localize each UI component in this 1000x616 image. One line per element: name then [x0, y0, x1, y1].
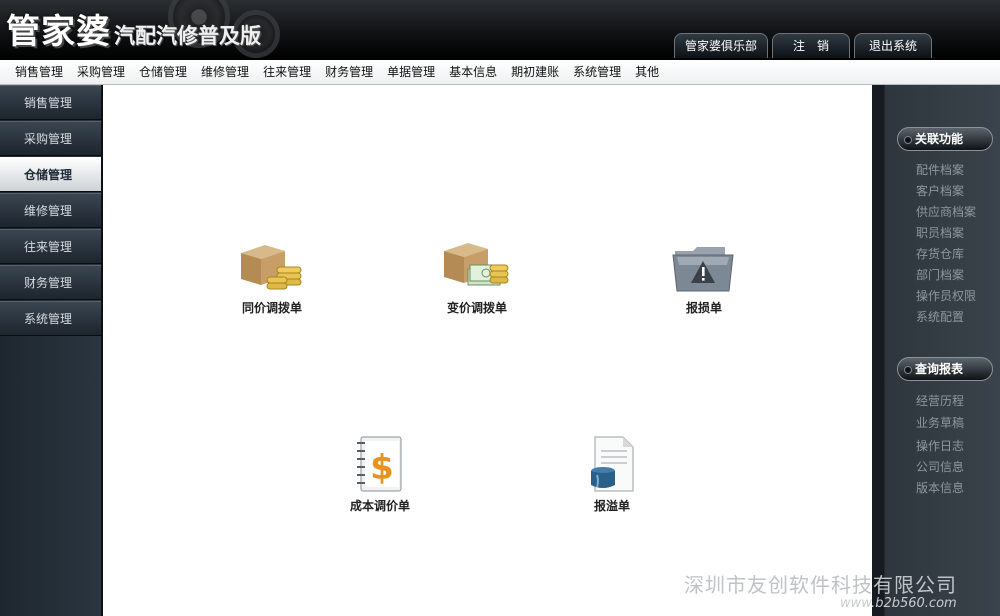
warning-folder-icon — [672, 247, 734, 292]
tile-label: 变价调拨单 — [446, 301, 507, 315]
sidebar-item-storage[interactable]: 仓储管理 — [0, 157, 101, 192]
query-reports-title: 查询报表 — [897, 357, 993, 381]
link-parts-archive[interactable]: 配件档案 — [916, 160, 976, 181]
sidebar-item-sales[interactable]: 销售管理 — [0, 85, 101, 120]
logout-button[interactable]: 注 销 — [772, 33, 850, 58]
app-header: 管家婆 汽配汽修普及版 管家婆俱乐部 注 销 退出系统 — [0, 0, 1000, 60]
tile-label: 报溢单 — [593, 499, 630, 513]
report-links-list: 经营历程 业务草稿 操作日志 公司信息 版本信息 — [916, 391, 964, 499]
logo-edition: 汽配汽修普及版 — [114, 24, 261, 48]
tile-label: 成本调价单 — [349, 499, 410, 513]
exit-system-button[interactable]: 退出系统 — [854, 33, 932, 58]
link-business-drafts[interactable]: 业务草稿 — [916, 413, 964, 434]
tile-damage-report[interactable]: 报损单 — [634, 239, 774, 316]
site-watermark: www.b2b560.com — [840, 596, 957, 611]
related-links-list: 配件档案 客户档案 供应商档案 职员档案 存货仓库 部门档案 操作员权限 系统配… — [916, 160, 976, 328]
related-functions-title: 关联功能 — [897, 127, 993, 151]
link-staff-archive[interactable]: 职员档案 — [916, 223, 976, 244]
box-coins-icon — [241, 245, 302, 290]
menu-storage[interactable]: 仓储管理 — [132, 60, 194, 84]
menu-system[interactable]: 系统管理 — [566, 60, 628, 84]
main-menu-bar: 销售管理 采购管理 仓储管理 维修管理 往来管理 财务管理 单据管理 基本信息 … — [0, 60, 1000, 85]
link-version-info[interactable]: 版本信息 — [916, 478, 964, 499]
tile-cost-adjustment[interactable]: $ 成本调价单 — [310, 435, 450, 514]
app-logo: 管家婆 汽配汽修普及版 — [6, 8, 261, 52]
link-supplier-archive[interactable]: 供应商档案 — [916, 202, 976, 223]
link-business-history[interactable]: 经营历程 — [916, 391, 964, 412]
menu-purchase[interactable]: 采购管理 — [70, 60, 132, 84]
tile-same-price-transfer[interactable]: 同价调拨单 — [202, 239, 342, 316]
dollar-notebook-icon: $ — [357, 436, 402, 492]
tile-label: 报损单 — [685, 301, 722, 315]
sidebar-item-finance[interactable]: 财务管理 — [0, 265, 101, 300]
link-operator-permissions[interactable]: 操作员权限 — [916, 286, 976, 307]
right-panel: 关联功能 配件档案 客户档案 供应商档案 职员档案 存货仓库 部门档案 操作员权… — [872, 85, 1000, 616]
link-operation-log[interactable]: 操作日志 — [916, 436, 964, 457]
menu-finance[interactable]: 财务管理 — [318, 60, 380, 84]
menu-repair[interactable]: 维修管理 — [194, 60, 256, 84]
club-button[interactable]: 管家婆俱乐部 — [673, 33, 768, 58]
menu-documents[interactable]: 单据管理 — [380, 60, 442, 84]
left-sidebar: 销售管理 采购管理 仓储管理 维修管理 往来管理 财务管理 系统管理 — [0, 85, 103, 616]
tile-label: 同价调拨单 — [241, 301, 302, 315]
logo-brand: 管家婆 — [6, 12, 111, 52]
main-content: 同价调拨单 变价调拨单 报损单 $ 成本调价单 报溢单 — [103, 85, 872, 616]
paint-document-icon — [591, 436, 634, 492]
menu-other[interactable]: 其他 — [628, 60, 666, 84]
company-watermark: 深圳市友创软件科技有限公司 — [684, 573, 957, 597]
sidebar-item-accounts[interactable]: 往来管理 — [0, 229, 101, 264]
link-system-config[interactable]: 系统配置 — [916, 307, 976, 328]
header-buttons: 管家婆俱乐部 注 销 退出系统 — [673, 33, 932, 58]
tile-overflow-report[interactable]: 报溢单 — [542, 435, 682, 514]
menu-basic-info[interactable]: 基本信息 — [442, 60, 504, 84]
link-inventory-warehouse[interactable]: 存货仓库 — [916, 244, 976, 265]
menu-sales[interactable]: 销售管理 — [8, 60, 70, 84]
box-cash-icon — [444, 243, 509, 286]
link-customer-archive[interactable]: 客户档案 — [916, 181, 976, 202]
tile-variable-price-transfer[interactable]: 变价调拨单 — [407, 239, 547, 316]
link-department-archive[interactable]: 部门档案 — [916, 265, 976, 286]
menu-opening[interactable]: 期初建账 — [504, 60, 566, 84]
menu-accounts[interactable]: 往来管理 — [256, 60, 318, 84]
sidebar-item-purchase[interactable]: 采购管理 — [0, 121, 101, 156]
sidebar-item-repair[interactable]: 维修管理 — [0, 193, 101, 228]
svg-text:$: $ — [370, 448, 394, 488]
link-company-info[interactable]: 公司信息 — [916, 457, 964, 478]
sidebar-item-system[interactable]: 系统管理 — [0, 301, 101, 336]
